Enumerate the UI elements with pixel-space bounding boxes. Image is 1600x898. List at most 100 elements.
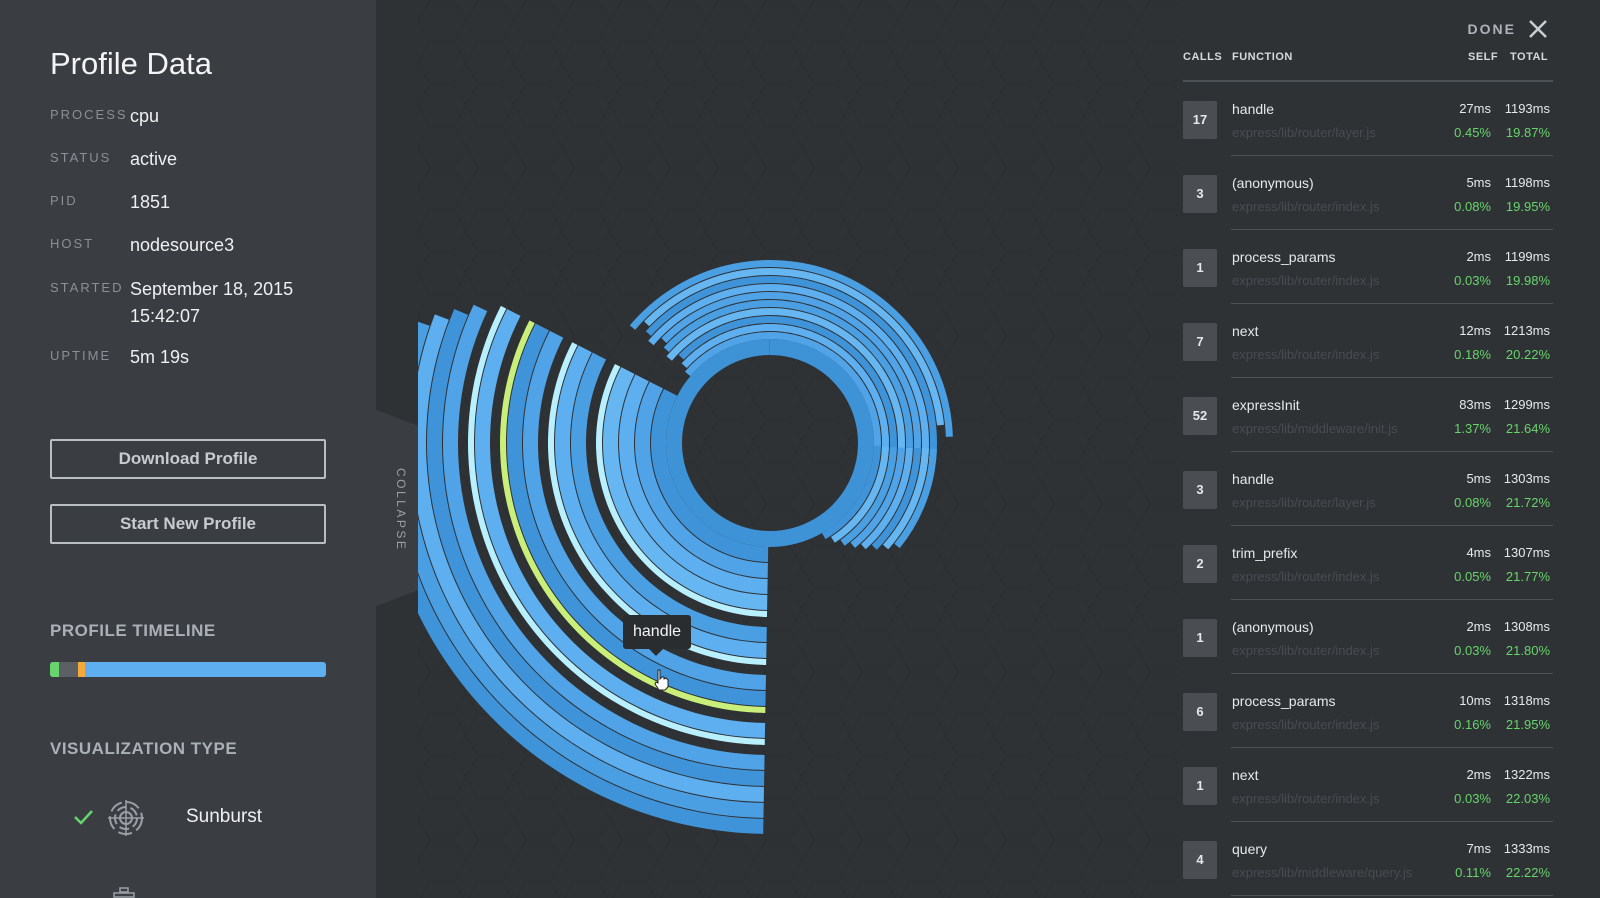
meta-label: PROCESS <box>50 107 128 122</box>
total-time: 1193ms <box>1504 101 1550 116</box>
profile-timeline[interactable] <box>50 662 326 677</box>
meta-value: 5m 19s <box>130 347 190 367</box>
close-icon[interactable] <box>1526 17 1550 41</box>
flame-graph-icon[interactable] <box>104 886 144 898</box>
table-row[interactable]: 2 trim_prefix express/lib/router/index.js 4… <box>1183 526 1553 600</box>
function-name: process_params <box>1232 249 1336 265</box>
function-path: express/lib/router/index.js <box>1232 347 1380 362</box>
self-time: 4ms <box>1466 545 1491 560</box>
table-row[interactable]: 4 query express/lib/middleware/query.js 7ms… <box>1183 822 1553 896</box>
meta-label: STATUS <box>50 150 112 165</box>
calls-badge: 6 <box>1183 693 1217 731</box>
total-percent: 21.64% <box>1505 421 1550 436</box>
meta-value: active <box>130 149 178 169</box>
self-time: 2ms <box>1466 767 1491 782</box>
sunburst-icon <box>108 800 144 836</box>
header-self[interactable]: SELF <box>1468 51 1498 63</box>
self-time: 10ms <box>1459 693 1491 708</box>
table-row[interactable]: 17 handle express/lib/router/layer.js 27ms 1… <box>1183 82 1553 156</box>
table-row[interactable]: 1 next express/lib/router/index.js 2ms 1322m… <box>1183 748 1553 822</box>
total-time: 1213ms <box>1503 323 1550 338</box>
self-time: 2ms <box>1466 619 1491 634</box>
total-time: 1303ms <box>1503 471 1550 486</box>
self-percent: 0.03% <box>1454 273 1491 288</box>
self-time: 27ms <box>1459 101 1491 116</box>
hand-cursor-icon <box>654 669 669 691</box>
calls-badge: 7 <box>1183 323 1217 361</box>
viz-option-label: Sunburst <box>186 806 263 827</box>
meta-value: cpu <box>130 106 160 126</box>
total-percent: 22.03% <box>1505 791 1550 806</box>
timeline-gap-segment <box>59 662 78 677</box>
meta-value: 1851 <box>130 192 171 212</box>
meta-label: PID <box>50 193 78 208</box>
row-divider <box>1231 895 1553 896</box>
total-time: 1318ms <box>1503 693 1550 708</box>
function-name: (anonymous) <box>1232 619 1314 635</box>
function-path: express/lib/router/index.js <box>1232 199 1380 214</box>
function-name: next <box>1232 323 1259 339</box>
function-path: express/lib/router/index.js <box>1232 273 1380 288</box>
header-function[interactable]: FUNCTION <box>1232 51 1293 63</box>
self-percent: 0.18% <box>1454 347 1491 362</box>
done-label[interactable]: DONE <box>1468 21 1516 37</box>
self-percent: 0.03% <box>1454 791 1491 806</box>
start-new-profile-button[interactable]: Start New Profile <box>50 504 326 544</box>
meta-label: STARTED <box>50 280 124 295</box>
calls-badge: 3 <box>1183 471 1217 509</box>
page-title: Profile Data <box>50 46 212 81</box>
function-name: query <box>1232 841 1268 857</box>
download-profile-button[interactable]: Download Profile <box>50 439 326 479</box>
total-time: 1198ms <box>1504 175 1550 190</box>
function-path: express/lib/middleware/query.js <box>1232 865 1413 880</box>
function-path: express/lib/router/index.js <box>1232 569 1380 584</box>
total-time: 1333ms <box>1503 841 1550 856</box>
collapse-label[interactable]: COLLAPSE <box>378 468 408 551</box>
table-row[interactable]: 6 process_params express/lib/router/index.… <box>1183 674 1553 748</box>
self-percent: 0.03% <box>1454 643 1491 658</box>
function-path: express/lib/router/layer.js <box>1232 125 1376 140</box>
meta-value: nodesource3 <box>130 235 235 255</box>
calls-badge: 3 <box>1183 175 1217 213</box>
self-percent: 0.08% <box>1454 199 1491 214</box>
function-path: express/lib/router/index.js <box>1232 643 1380 658</box>
self-percent: 0.11% <box>1455 865 1491 880</box>
table-row[interactable]: 1 (anonymous) express/lib/router/index.js 2… <box>1183 600 1553 674</box>
self-time: 83ms <box>1459 397 1491 412</box>
self-percent: 1.37% <box>1454 421 1491 436</box>
header-calls[interactable]: CALLS <box>1183 51 1222 63</box>
total-percent: 21.77% <box>1505 569 1550 584</box>
total-percent: 22.22% <box>1505 865 1550 880</box>
viz-option-sunburst[interactable]: Sunburst <box>50 796 350 840</box>
function-name: expressInit <box>1232 397 1300 413</box>
sunburst-chart[interactable] <box>379 0 1178 898</box>
self-percent: 0.05% <box>1454 569 1491 584</box>
total-percent: 21.72% <box>1505 495 1550 510</box>
calls-badge: 1 <box>1183 619 1217 657</box>
calls-badge: 1 <box>1183 249 1217 287</box>
self-time: 5ms <box>1466 175 1491 190</box>
table-row[interactable]: 3 handle express/lib/router/layer.js 5ms 130… <box>1183 452 1553 526</box>
table-row[interactable]: 3 (anonymous) express/lib/router/index.js 5… <box>1183 156 1553 230</box>
total-percent: 19.95% <box>1505 199 1550 214</box>
profile-sidebar: Profile Data PROCESS cpu STATUS active P… <box>0 0 376 898</box>
total-time: 1199ms <box>1504 249 1550 264</box>
header-total[interactable]: TOTAL <box>1510 51 1548 63</box>
self-time: 5ms <box>1466 471 1491 486</box>
function-path: express/lib/router/layer.js <box>1232 495 1376 510</box>
sunburst-area <box>379 0 1178 898</box>
total-time: 1307ms <box>1503 545 1550 560</box>
self-percent: 0.08% <box>1454 495 1491 510</box>
total-time: 1308ms <box>1503 619 1550 634</box>
timeline-marker[interactable] <box>78 662 85 677</box>
total-time: 1299ms <box>1503 397 1550 412</box>
profiler-app: Profile Data PROCESS cpu STATUS active P… <box>0 0 1600 898</box>
self-time: 7ms <box>1466 841 1491 856</box>
function-name: process_params <box>1232 693 1336 709</box>
table-row[interactable]: 52 expressInit express/lib/middleware/init… <box>1183 378 1553 452</box>
function-table: DONE CALLS FUNCTION SELF TOTAL 1 7 handle e… <box>1180 0 1600 898</box>
meta-label: HOST <box>50 236 95 251</box>
function-name: handle <box>1232 101 1275 117</box>
table-row[interactable]: 1 process_params express/lib/router/index.… <box>1183 230 1553 304</box>
table-row[interactable]: 7 next express/lib/router/index.js 12ms 1213… <box>1183 304 1553 378</box>
